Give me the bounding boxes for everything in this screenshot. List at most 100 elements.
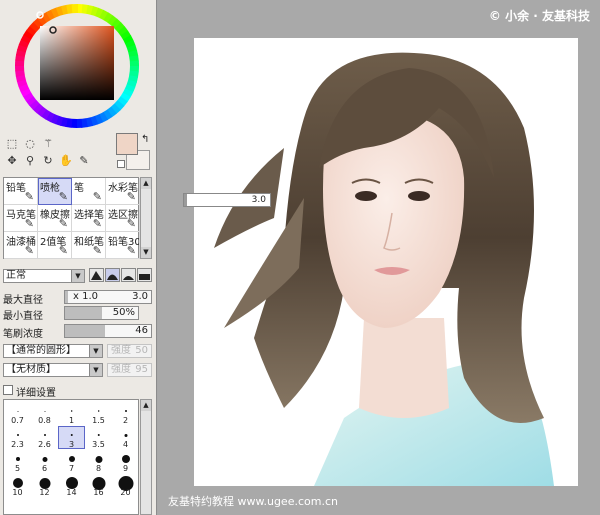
brush-slot[interactable]: 铅笔 ✎ [4,178,38,205]
canvas-size-indicator: 3.0 [183,193,271,207]
size-dot [121,455,130,463]
scroll-down-icon[interactable]: ▼ [141,247,151,258]
size-cell[interactable]: 3.5 [85,426,112,449]
size-dot [42,456,47,462]
pen-icon: ✎ [92,190,102,203]
drawing-canvas[interactable] [194,38,578,486]
brush-slot[interactable]: 油漆桶 ✎ [4,232,38,259]
size-cell[interactable]: 2 [112,402,138,425]
select-pen-icon: ✎ [92,217,102,230]
size-cell[interactable]: 0.7 [4,402,31,425]
chevron-down-icon[interactable]: ▼ [71,270,84,282]
size-cell[interactable]: 6 [31,450,58,473]
brush-slot[interactable]: 马克笔 ✎ [4,205,38,232]
size-label: 0.7 [11,416,24,425]
foreground-color-swatch[interactable] [116,133,138,155]
size-cell[interactable]: 14 [58,474,85,497]
size-label: 12 [39,488,50,497]
brush-slot[interactable]: 和纸笔 ✎ [72,232,106,259]
brush-shape-value: 【通常的圆形】 [6,345,76,356]
edge-soft-icon[interactable] [121,268,136,282]
brush-slot[interactable]: 喷枪 ✎ [38,178,72,205]
binary-pen-icon: ✎ [58,244,68,257]
size-cell[interactable]: 0.8 [31,402,58,425]
shape-strength-label: 强度 [111,345,131,356]
swap-colors-icon[interactable]: ↰ [141,134,149,145]
size-cell[interactable]: 16 [85,474,112,497]
brush-slot[interactable]: 水彩笔 ✎ [106,178,140,205]
scroll-up-icon[interactable]: ▲ [141,178,151,189]
transparent-color-icon[interactable] [117,160,125,168]
color-wheel[interactable] [7,4,147,128]
size-cell[interactable]: 9 [112,450,138,473]
canvas-area: © 小余 · 友基科技 3.0 友基特约教程 www.ugee.com.cn [158,0,600,515]
size-label: 2 [122,416,129,425]
texture-select[interactable]: 【无材质】 ▼ [3,363,103,377]
detail-settings-checkbox[interactable] [3,385,13,395]
brush-grid-scrollbar[interactable]: ▲ ▼ [140,177,152,259]
texture-strength-label: 强度 [111,364,131,375]
brush-slot[interactable]: 橡皮擦 ✎ [38,205,72,232]
lasso-icon[interactable]: ◌ [23,137,37,151]
size-label: 3 [68,440,75,449]
edge-square-icon[interactable] [137,268,152,282]
rotate-icon[interactable]: ↻ [41,154,55,168]
zoom-icon[interactable]: ⚲ [23,154,37,168]
size-cell[interactable]: 5 [4,450,31,473]
brush-slot[interactable]: 2值笔 ✎ [38,232,72,259]
tool-panel: ⬚ ◌ ⚚ ✥ ⚲ ↻ ✋ ✎ ↰ 铅笔 ✎ 喷枪 ✎ 笔 ✎ 水彩笔 ✎ 马克笔 ✎ 橡皮擦 ✎ 选择… [0,0,157,515]
size-label: 7 [68,464,75,473]
move-icon[interactable]: ✥ [5,154,19,168]
rect-select-icon[interactable]: ⬚ [5,137,19,151]
size-label: 2.3 [11,440,24,449]
size-grid-scrollbar[interactable]: ▲ [140,399,152,515]
density-slider[interactable]: 46 [64,324,152,338]
scroll-up-icon[interactable]: ▲ [141,400,151,411]
size-dot [124,433,127,437]
edge-hard-icon[interactable] [89,268,104,282]
bucket-icon: ✎ [24,244,34,257]
watercolor-icon: ✎ [126,190,136,203]
min-size-slider[interactable]: 50% [64,306,139,320]
size-dot [44,410,45,412]
size-cell[interactable]: 8 [85,450,112,473]
edge-medium-icon[interactable] [105,268,120,282]
chevron-down-icon[interactable]: ▼ [89,364,102,376]
detail-settings-label: 详细设置 [16,388,56,399]
size-dot [97,410,100,412]
hand-icon[interactable]: ✋ [59,154,73,168]
size-cell[interactable]: 7 [58,450,85,473]
magic-wand-icon[interactable]: ⚚ [41,137,55,151]
brush-slot[interactable]: 铅笔30 ✎ [106,232,140,259]
brush-slot[interactable]: 选区擦 ✎ [106,205,140,232]
empty-tool-slot [77,137,91,151]
empty-tool-slot [59,137,73,151]
watermark-top: © 小余 · 友基科技 [488,9,590,23]
size-cell[interactable]: 2.6 [31,426,58,449]
size-dot [70,410,73,412]
brush-shape-select[interactable]: 【通常的圆形】 ▼ [3,344,103,358]
eyedropper-icon[interactable]: ✎ [77,154,91,168]
texture-strength-value: 95 [135,364,148,375]
size-label: 0.8 [38,416,51,425]
size-cell[interactable]: 12 [31,474,58,497]
size-cell[interactable]: 1.5 [85,402,112,425]
size-cell[interactable]: 1 [58,402,85,425]
brush-tool-grid: 铅笔 ✎ 喷枪 ✎ 笔 ✎ 水彩笔 ✎ 马克笔 ✎ 橡皮擦 ✎ 选择笔 ✎ 选区擦 ✎ 油漆桶 ✎ 2值笔 ✎ 和纸笔 ✎… [3,177,140,259]
size-cell[interactable]: 2.3 [4,426,31,449]
size-cell[interactable]: 10 [4,474,31,497]
brush-slot[interactable]: 选择笔 ✎ [72,205,106,232]
max-size-slider[interactable]: x 1.0 3.0 [64,290,152,304]
eraser-icon: ✎ [58,217,68,230]
size-cell[interactable]: 20 [112,474,138,497]
chevron-down-icon[interactable]: ▼ [89,345,102,357]
size-cell[interactable]: 3 [58,426,85,449]
size-cell[interactable]: 4 [112,426,138,449]
brush-slot[interactable]: 笔 ✎ [72,178,106,205]
size-label: 1 [68,416,75,425]
canvas-size-value: 3.0 [251,195,266,205]
shape-strength-value: 50 [135,345,148,356]
blend-mode-select[interactable]: 正常 ▼ [3,269,85,283]
brush-slot-label: 笔 [74,183,84,194]
size-dot [124,410,127,412]
